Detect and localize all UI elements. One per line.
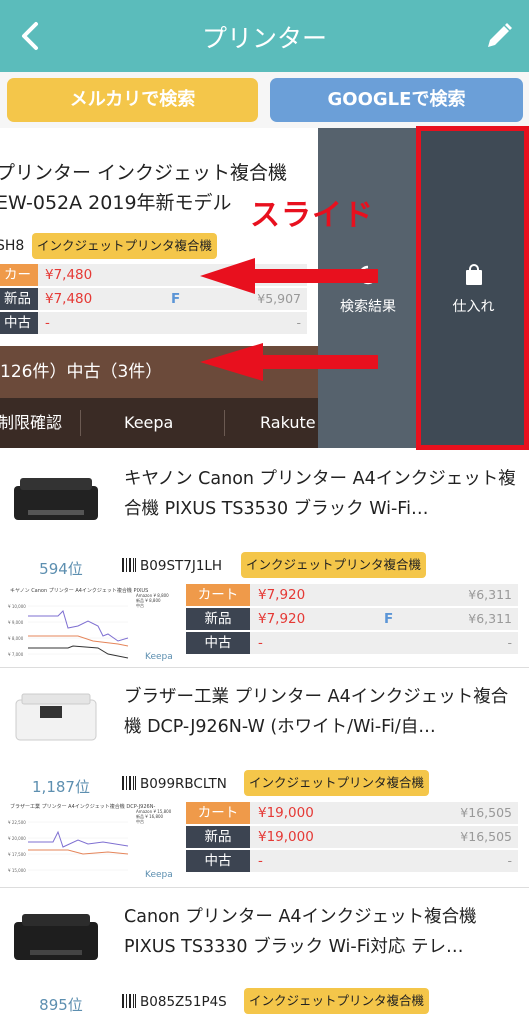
- product-name: Canon プリンター A4インクジェット複合機 PIXUS TS3330 ブラ…: [124, 907, 477, 957]
- used-price: -: [258, 635, 263, 651]
- product-card[interactable]: ブラザー工業 プリンター A4インクジェット複合機 DCP-J926N-W (ホ…: [0, 668, 529, 888]
- asin-code: B09ST7J1LH: [140, 558, 223, 574]
- product-card[interactable]: キヤノン Canon プリンター A4インクジェット複合機 PIXUS TS35…: [0, 450, 529, 668]
- new-price: ¥19,000: [258, 829, 314, 845]
- chart-legend-item: 中古: [136, 818, 144, 824]
- keepa-credit: Keepa: [145, 870, 173, 880]
- cart-ref-price: ¥6,311: [468, 587, 512, 602]
- chart-y-tick: ¥ 15,000: [8, 868, 26, 873]
- sales-rank: 594位: [39, 560, 83, 578]
- arrow-left-icon: [200, 343, 378, 381]
- sales-rank: 1,187位: [32, 778, 90, 796]
- cart-price-row: カート ¥19,000 ¥16,505: [186, 802, 518, 824]
- printer-thumbnail: [14, 914, 98, 960]
- product-card[interactable]: Canon プリンター A4インクジェット複合機 PIXUS TS3330 ブラ…: [0, 888, 529, 1024]
- arrow-left-icon: [200, 258, 378, 294]
- product-name: ブラザー工業 プリンター A4インクジェット複合機 DCP-J926N-W (ホ…: [124, 687, 509, 737]
- used-price: -: [258, 853, 263, 869]
- barcode-icon: [122, 994, 136, 1008]
- cart-price: ¥7,920: [258, 587, 306, 603]
- category-badge: インクジェットプリンタ複合機: [244, 988, 430, 1014]
- category-badge: インクジェットプリンタ複合機: [244, 770, 430, 796]
- used-ref-price: -: [507, 853, 512, 868]
- category-badge: インクジェットプリンタ複合機: [241, 552, 427, 578]
- cart-label: カート: [186, 584, 250, 606]
- new-ref-price: ¥6,311: [468, 611, 512, 626]
- chart-y-tick: ¥ 22,500: [8, 820, 26, 825]
- new-price-row: 新品 ¥19,000 ¥16,505: [186, 826, 518, 848]
- used-label: 中古: [186, 850, 250, 872]
- printer-thumbnail: [14, 478, 98, 520]
- asin-code: B085Z51P4S: [140, 994, 227, 1010]
- chart-y-tick: ¥ 20,000: [8, 836, 26, 841]
- new-price: ¥7,920: [258, 611, 306, 627]
- fba-flag: F: [384, 611, 394, 627]
- used-label: 中古: [186, 632, 250, 654]
- chart-y-tick: ¥ 17,500: [8, 852, 26, 857]
- new-label: 新品: [186, 608, 250, 630]
- new-ref-price: ¥16,505: [460, 829, 512, 844]
- chart-y-tick: ¥ 9,000: [8, 620, 24, 625]
- cart-label: カート: [186, 802, 250, 824]
- chart-caption: キヤノン Canon プリンター A4インクジェット複合機 PIXUS: [10, 587, 148, 594]
- cart-price: ¥19,000: [258, 805, 314, 821]
- chart-legend-item: 中古: [136, 602, 144, 608]
- barcode-icon: [122, 776, 136, 790]
- sales-rank: 895位: [39, 996, 83, 1014]
- cart-price-row: カート ¥7,920 ¥6,311: [186, 584, 518, 606]
- product-name: キヤノン Canon プリンター A4インクジェット複合機 PIXUS TS35…: [124, 469, 516, 519]
- chart-y-tick: ¥ 8,000: [8, 636, 24, 641]
- asin-code: B099RBCLTN: [140, 776, 227, 792]
- annotation-arrows: [200, 258, 378, 381]
- keepa-credit: Keepa: [145, 652, 173, 662]
- new-label: 新品: [186, 826, 250, 848]
- new-price-row: 新品 ¥7,920 F ¥6,311: [186, 608, 518, 630]
- used-price-row: 中古 - -: [186, 850, 518, 872]
- cart-ref-price: ¥16,505: [460, 805, 512, 820]
- used-ref-price: -: [507, 635, 512, 650]
- chart-caption: ブラザー工業 プリンター A4インクジェット複合機 DCP-J926N-: [10, 803, 155, 810]
- barcode-icon: [122, 558, 136, 572]
- chart-y-tick: ¥ 7,000: [8, 652, 24, 657]
- chart-y-tick: ¥ 10,000: [8, 604, 26, 609]
- printer-thumbnail: [15, 693, 97, 741]
- used-price-row: 中古 - -: [186, 632, 518, 654]
